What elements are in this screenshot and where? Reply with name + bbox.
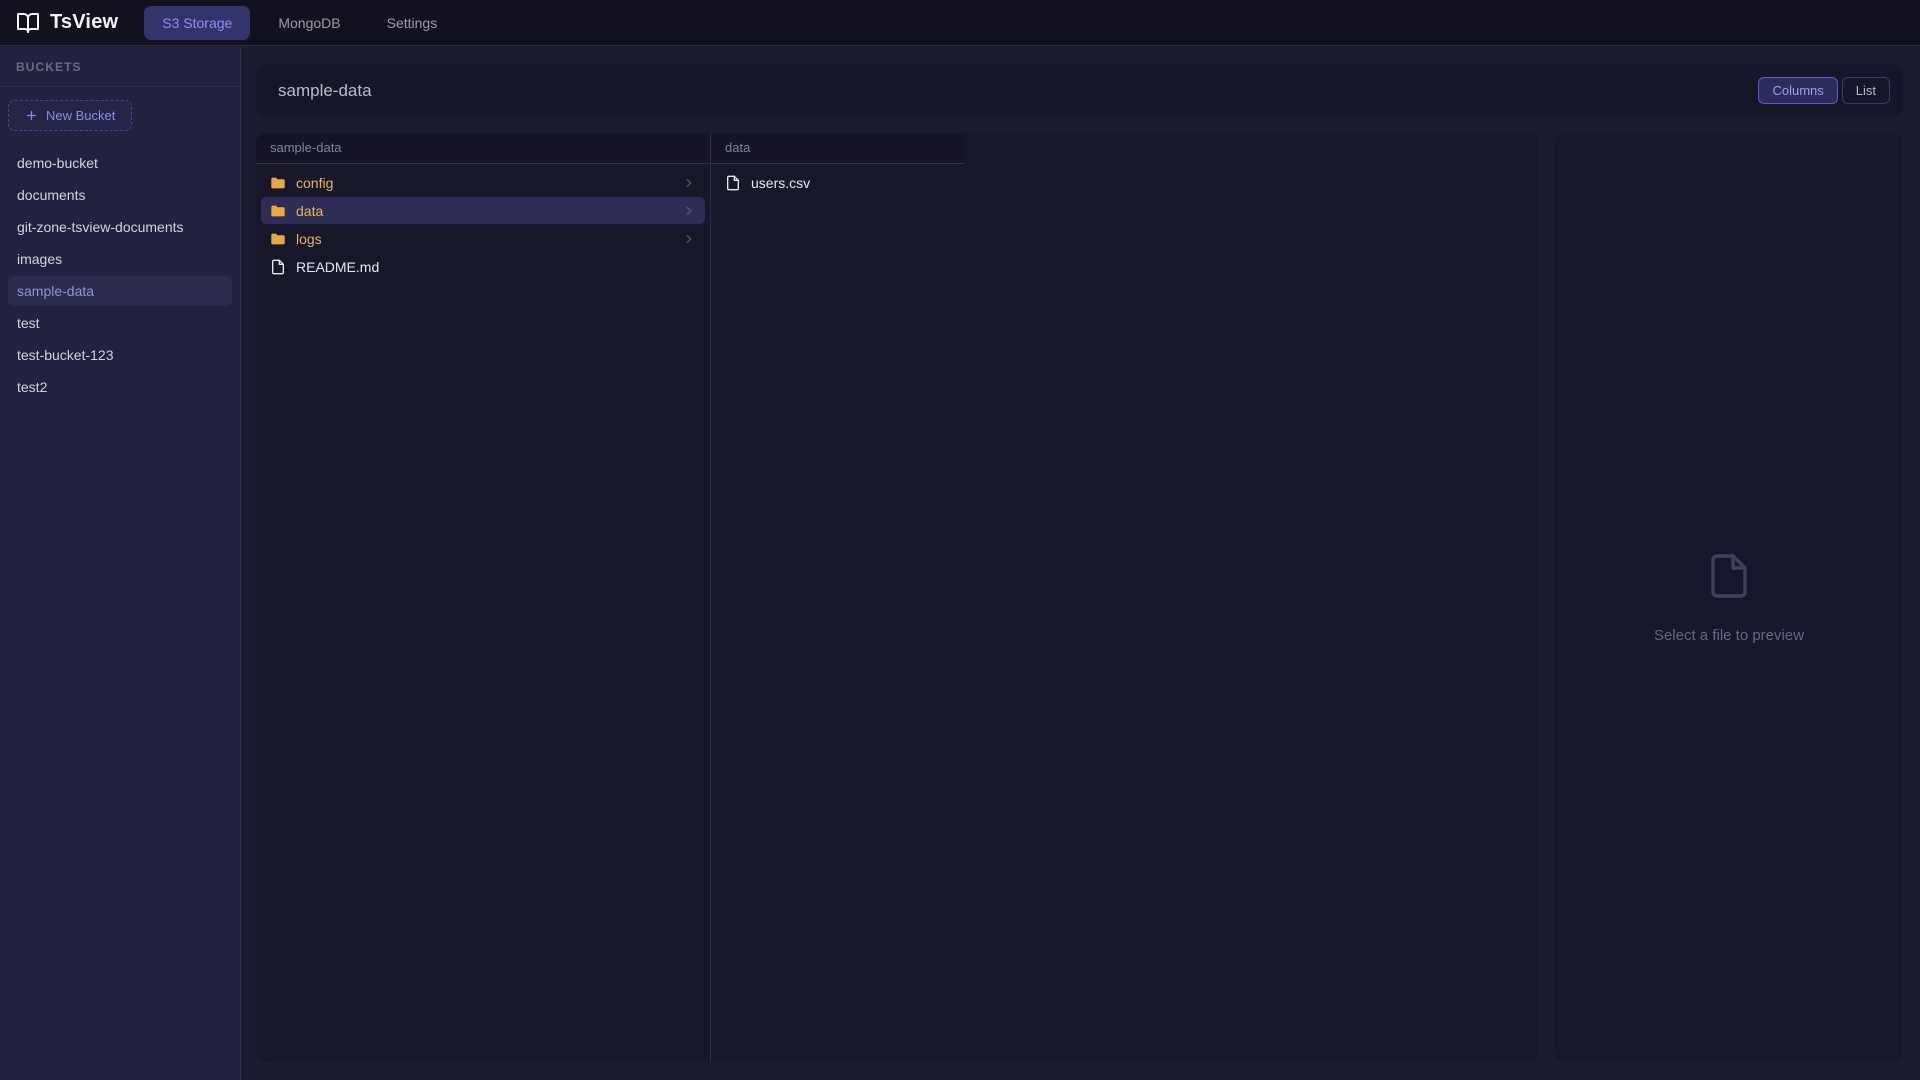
file-browser-columns-panel: sample-data config da: [256, 133, 1538, 1062]
file-name: README.md: [296, 259, 379, 275]
columns-view-button[interactable]: Columns: [1758, 77, 1837, 104]
chevron-right-icon: [682, 232, 696, 246]
file-name: users.csv: [751, 175, 810, 191]
app-title: TsView: [50, 11, 118, 34]
file-placeholder-icon: [1705, 552, 1753, 605]
new-bucket-label: New Bucket: [46, 108, 115, 123]
chevron-right-icon: [682, 176, 696, 190]
buckets-sidebar: BUCKETS New Bucket demo-bucket documents…: [0, 47, 241, 1080]
bucket-item-images[interactable]: images: [8, 244, 232, 274]
columns-empty-area: [964, 133, 1538, 1062]
plus-icon: [25, 109, 38, 122]
book-open-icon: [16, 11, 40, 35]
folder-icon: [270, 203, 286, 219]
chevron-right-icon: [682, 204, 696, 218]
folder-icon: [270, 231, 286, 247]
tab-mongodb[interactable]: MongoDB: [260, 6, 358, 40]
bucket-list: demo-bucket documents git-zone-tsview-do…: [0, 148, 240, 402]
file-column-sample-data: sample-data config da: [256, 133, 711, 1062]
column-header: sample-data: [256, 133, 710, 164]
folder-name: config: [296, 175, 333, 191]
list-view-button[interactable]: List: [1842, 77, 1890, 104]
file-row-readme[interactable]: README.md: [261, 253, 705, 280]
file-preview-panel: Select a file to preview: [1555, 133, 1903, 1062]
bucket-item-test2[interactable]: test2: [8, 372, 232, 402]
tab-s3-storage[interactable]: S3 Storage: [144, 6, 250, 40]
buckets-section-title: BUCKETS: [0, 47, 240, 87]
bucket-header-card: sample-data Columns List: [256, 64, 1903, 117]
file-icon: [725, 175, 741, 191]
view-toggle: Columns List: [1758, 77, 1890, 104]
main-tabs: S3 Storage MongoDB Settings: [144, 6, 455, 40]
bucket-item-demo-bucket[interactable]: demo-bucket: [8, 148, 232, 178]
preview-placeholder-text: Select a file to preview: [1654, 627, 1804, 644]
bucket-item-test[interactable]: test: [8, 308, 232, 338]
bucket-item-sample-data[interactable]: sample-data: [8, 276, 232, 306]
folder-name: data: [296, 203, 323, 219]
top-navigation-bar: TsView S3 Storage MongoDB Settings: [0, 0, 1920, 46]
column-body: users.csv: [711, 164, 964, 197]
folder-row-logs[interactable]: logs: [261, 225, 705, 252]
bucket-item-documents[interactable]: documents: [8, 180, 232, 210]
file-column-data: data users.csv: [711, 133, 964, 1062]
folder-row-config[interactable]: config: [261, 169, 705, 196]
tab-settings[interactable]: Settings: [369, 6, 456, 40]
file-icon: [270, 259, 286, 275]
column-body: config data: [256, 164, 710, 281]
folder-icon: [270, 175, 286, 191]
new-bucket-button[interactable]: New Bucket: [8, 100, 132, 131]
folder-row-data[interactable]: data: [261, 197, 705, 224]
bucket-item-test-bucket-123[interactable]: test-bucket-123: [8, 340, 232, 370]
app-logo: TsView: [16, 11, 118, 35]
page-title: sample-data: [278, 81, 372, 101]
column-header: data: [711, 133, 964, 164]
bucket-item-git-zone-tsview-documents[interactable]: git-zone-tsview-documents: [8, 212, 232, 242]
file-row-users-csv[interactable]: users.csv: [716, 169, 959, 196]
folder-name: logs: [296, 231, 322, 247]
